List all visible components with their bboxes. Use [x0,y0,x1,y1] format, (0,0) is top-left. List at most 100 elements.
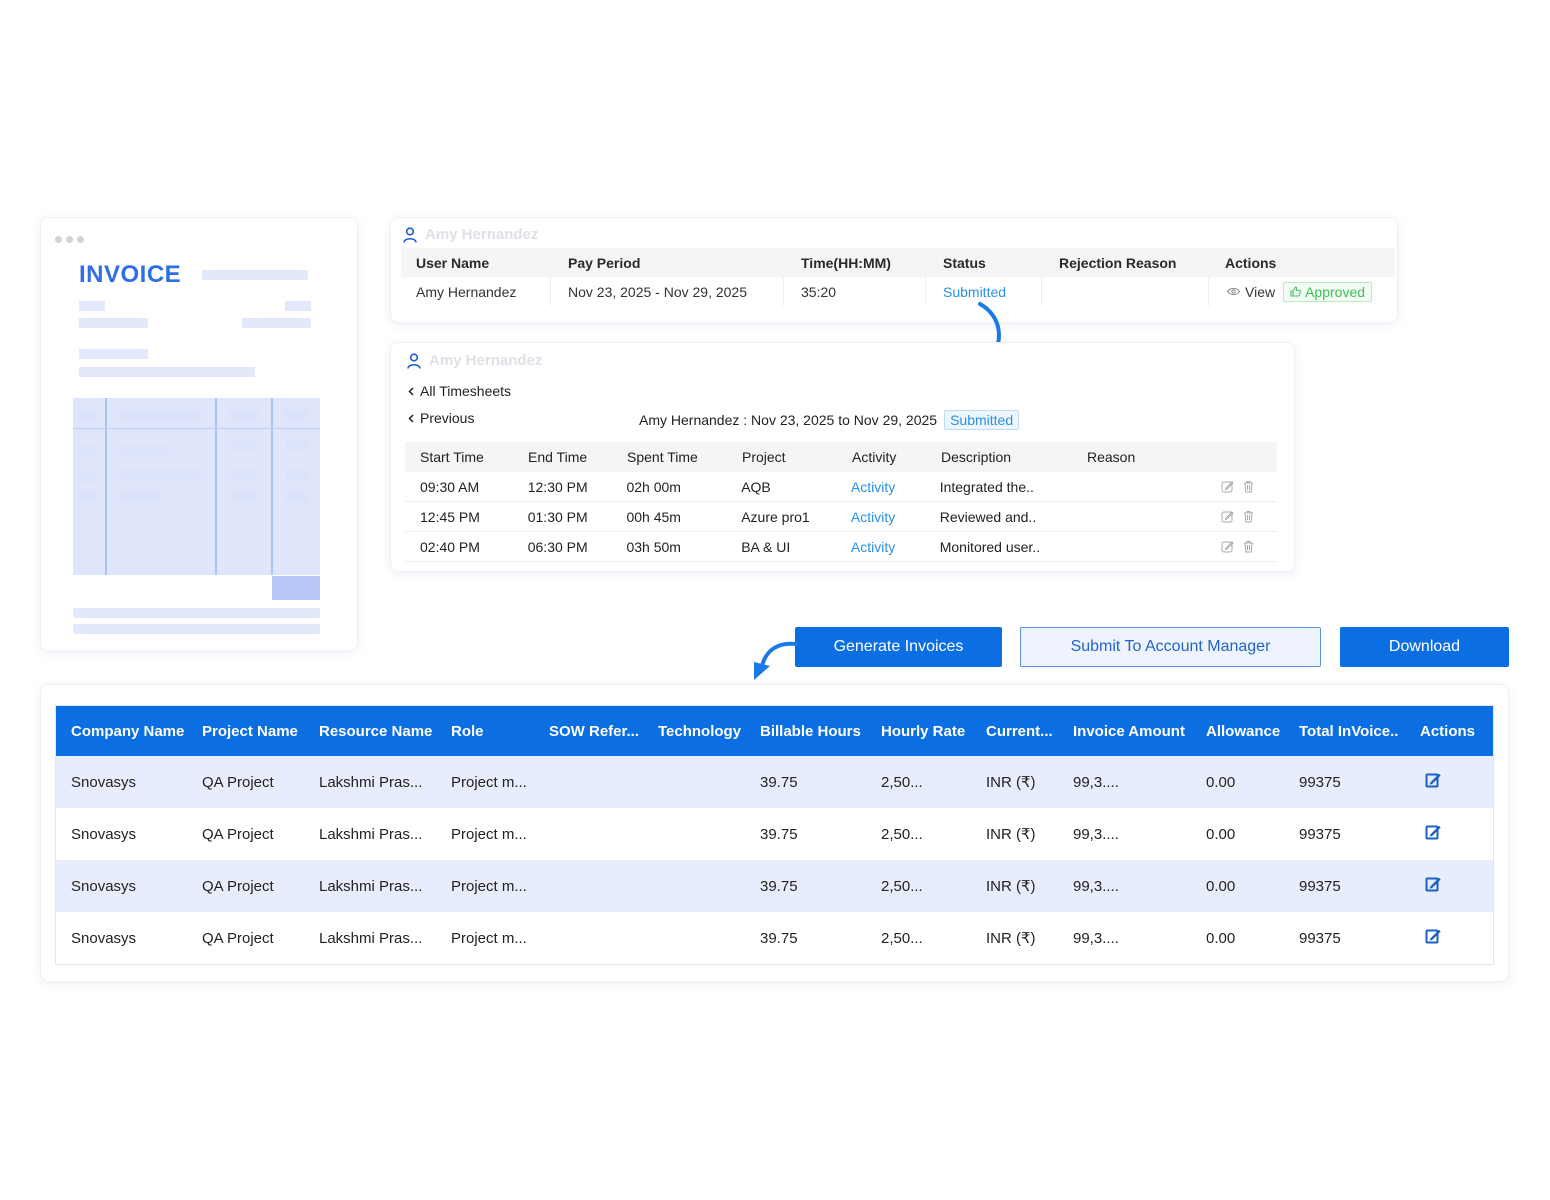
download-button[interactable]: Download [1340,627,1509,667]
all-timesheets-link[interactable]: All Timesheets [408,383,511,399]
all-timesheets-label: All Timesheets [420,383,512,399]
cell-start: 02:40 PM [420,538,480,555]
table-row: Snovasys QA Project Lakshmi Pras... Proj… [56,912,1493,964]
table-header: Start Time End Time Spent Time Project A… [405,442,1277,472]
cell-allowance: 0.00 [1206,877,1236,895]
edit-icon[interactable] [1425,824,1441,840]
delete-icon[interactable] [1242,540,1255,553]
cell-user-name: Amy Hernandez [401,277,551,306]
cell-resource: Lakshmi Pras... [319,773,423,791]
submit-to-account-manager-button[interactable]: Submit To Account Manager [1020,627,1321,667]
col-status: Status [943,254,986,271]
view-button[interactable]: View [1227,284,1275,300]
cell-project: QA Project [202,877,274,895]
cell-resource: Lakshmi Pras... [319,877,423,895]
cell-start: 09:30 AM [420,478,480,495]
placeholder-line [79,301,105,311]
cell-description: Monitored user.. [939,538,1041,555]
cell-role: Project m... [451,773,527,791]
edit-icon[interactable] [1221,480,1234,493]
eye-icon [1227,288,1240,295]
cell-actions [1420,928,1493,948]
cell-activity-link[interactable]: Activity [851,539,940,555]
cell-currency: INR (₹) [986,878,1036,895]
placeholder-line [79,318,148,328]
edit-icon[interactable] [1425,876,1441,892]
previous-link[interactable]: Previous [408,410,474,426]
cell-activity-link[interactable]: Activity [851,479,940,495]
chevron-left-icon [408,413,414,423]
col-resource-name: Resource Name [319,722,433,740]
table-row: 09:30 AM 12:30 PM 02h 00m AQB Activity I… [405,472,1277,502]
curved-arrow-icon [754,641,798,680]
invoice-total-box [272,576,320,600]
col-sow-reference: SOW Refer... [549,722,640,740]
cell-invoice-amount: 99,3.... [1073,929,1119,947]
placeholder-line [73,608,320,618]
edit-icon[interactable] [1221,510,1234,523]
edit-icon[interactable] [1221,540,1234,553]
placeholder-line [79,367,255,377]
cell-billable-hours: 39.75 [760,773,798,791]
timesheet-detail-table: Start Time End Time Spent Time Project A… [405,442,1277,562]
user-icon [407,352,421,369]
table-row: Snovasys QA Project Lakshmi Pras... Proj… [56,860,1493,912]
col-actions: Actions [1420,722,1476,740]
cell-spent: 03h 50m [626,538,681,555]
placeholder-line [285,301,311,311]
cell-resource: Lakshmi Pras... [319,825,423,843]
invoice-title: INVOICE [79,261,182,288]
cell-rejection-reason [1042,277,1209,306]
detail-user-header: Amy Hernandez [407,352,542,369]
col-description: Description [941,449,1012,465]
delete-icon[interactable] [1242,510,1255,523]
placeholder-line [242,318,311,328]
cell-billable-hours: 39.75 [760,877,798,895]
row-actions [1221,540,1277,553]
cell-total-invoice: 99375 [1299,877,1341,895]
row-actions [1221,510,1277,523]
summary-user-name: Amy Hernandez [425,226,539,243]
cell-allowance: 0.00 [1206,825,1236,843]
col-end-time: End Time [528,449,588,465]
user-icon [403,226,417,243]
cell-actions [1420,824,1493,844]
col-technology: Technology [658,722,742,740]
cell-currency: INR (₹) [986,930,1036,947]
cell-project: QA Project [202,773,274,791]
table-header: User Name Pay Period Time(HH:MM) Status … [401,248,1395,277]
cell-invoice-amount: 99,3.... [1073,877,1119,895]
cell-actions [1420,772,1493,792]
col-time: Time(HH:MM) [801,254,891,271]
table-row: 02:40 PM 06:30 PM 03h 50m BA & UI Activi… [405,532,1277,562]
cell-resource: Lakshmi Pras... [319,929,423,947]
approved-button[interactable]: Approved [1283,281,1373,302]
col-billable-hours: Billable Hours [760,722,861,740]
timesheet-summary-table: User Name Pay Period Time(HH:MM) Status … [401,248,1395,306]
delete-icon[interactable] [1242,480,1255,493]
view-label: View [1245,283,1276,300]
edit-icon[interactable] [1425,928,1441,944]
generate-invoices-button[interactable]: Generate Invoices [795,627,1002,667]
table-row: 12:45 PM 01:30 PM 00h 45m Azure pro1 Act… [405,502,1277,532]
cell-activity-link[interactable]: Activity [851,509,940,525]
col-start-time: Start Time [420,449,484,465]
edit-icon[interactable] [1425,772,1441,788]
cell-allowance: 0.00 [1206,773,1236,791]
row-actions [1221,480,1277,493]
col-rejection-reason: Rejection Reason [1059,254,1177,271]
cell-billable-hours: 39.75 [760,825,798,843]
cell-project: Azure pro1 [741,508,810,525]
cell-total-invoice: 99375 [1299,929,1341,947]
col-spent-time: Spent Time [627,449,698,465]
cell-role: Project m... [451,825,527,843]
col-project-name: Project Name [202,722,298,740]
cell-end: 01:30 PM [527,508,588,525]
cell-invoice-amount: 99,3.... [1073,773,1119,791]
chevron-left-icon [408,386,414,396]
col-company-name: Company Name [71,722,185,740]
cell-spent: 02h 00m [626,478,681,495]
col-activity: Activity [852,449,897,465]
cell-allowance: 0.00 [1206,929,1236,947]
cell-company: Snovasys [71,825,137,843]
